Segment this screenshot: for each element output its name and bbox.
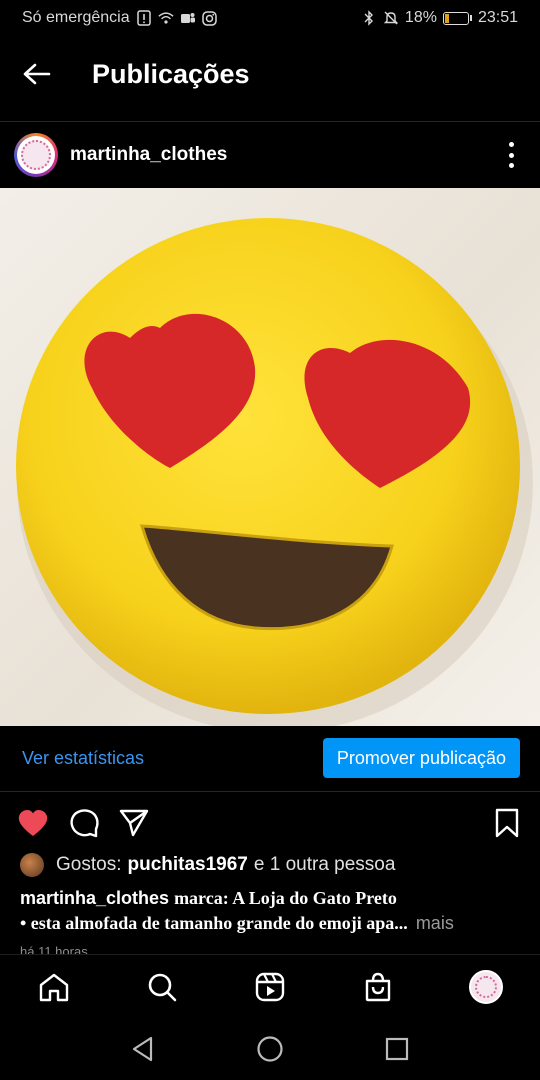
caption-username[interactable]: martinha_clothes <box>20 888 169 908</box>
teams-icon <box>180 10 196 26</box>
search-icon <box>148 973 177 1002</box>
nav-search[interactable] <box>140 965 184 1009</box>
likes-summary[interactable]: Gostos: puchitas1967 e 1 outra pessoa <box>20 852 395 878</box>
post-caption: martinha_clothes marca: A Loja do Gato P… <box>20 886 520 936</box>
avatar[interactable] <box>14 133 58 177</box>
post-header: martinha_clothes <box>0 126 540 184</box>
insights-row: Ver estatísticas Promover publicação <box>0 738 540 778</box>
likes-others[interactable]: e 1 outra pessoa <box>254 854 396 876</box>
square-recents-icon <box>385 1037 408 1061</box>
bottom-navigation <box>0 954 540 1019</box>
send-icon <box>119 809 149 837</box>
liker-avatar <box>20 853 44 877</box>
liker-username[interactable]: puchitas1967 <box>127 854 247 876</box>
circle-home-icon <box>257 1036 283 1062</box>
wifi-icon <box>158 10 174 26</box>
system-navigation <box>0 1018 540 1080</box>
app-bar: Publicações <box>0 40 540 108</box>
battery-percent: 18% <box>404 9 437 26</box>
likes-label: Gostos: <box>56 854 122 875</box>
reels-icon <box>255 972 285 1002</box>
sim-alert-icon <box>136 10 152 26</box>
nav-home[interactable] <box>32 965 76 1009</box>
nav-reels[interactable] <box>248 965 292 1009</box>
status-bar-left: Só emergência <box>22 9 218 27</box>
battery-icon <box>442 11 472 25</box>
bookmark-icon <box>495 808 519 838</box>
header-divider <box>0 121 540 122</box>
insights-divider <box>0 791 540 792</box>
nav-shop[interactable] <box>356 965 400 1009</box>
mute-icon <box>383 10 399 26</box>
status-bar-right: 18% 23:51 <box>361 9 518 27</box>
home-icon <box>39 973 69 1002</box>
comment-icon <box>70 809 99 838</box>
back-button[interactable] <box>18 56 54 92</box>
post-actions <box>0 802 540 842</box>
carrier-text: Só emergência <box>22 9 130 26</box>
more-vertical-icon <box>508 142 514 147</box>
clock: 23:51 <box>477 9 518 26</box>
caption-line-2: • esta almofada de tamanho grande do emo… <box>20 913 408 933</box>
arrow-left-icon <box>23 63 51 85</box>
caption-more-link[interactable]: mais <box>416 913 454 933</box>
view-insights-link[interactable]: Ver estatísticas <box>22 748 144 769</box>
caption-line-1: marca: A Loja do Gato Preto <box>174 888 397 908</box>
promote-button[interactable]: Promover publicação <box>322 738 520 778</box>
more-options-button[interactable] <box>504 142 518 168</box>
save-button[interactable] <box>490 806 524 840</box>
nav-profile[interactable] <box>464 965 508 1009</box>
share-button[interactable] <box>117 806 151 840</box>
instagram-notification-icon <box>202 10 218 26</box>
bluetooth-icon <box>361 10 377 26</box>
emoji-pillow-photo <box>16 218 533 726</box>
triangle-back-icon <box>133 1036 153 1062</box>
post-timestamp: há 11 horas <box>20 944 88 954</box>
page-title: Publicações <box>92 58 250 89</box>
heart-icon <box>18 810 48 836</box>
status-bar: Só emergência 18% 23:51 <box>0 0 540 36</box>
profile-avatar <box>469 970 503 1004</box>
post-username[interactable]: martinha_clothes <box>70 144 227 166</box>
comment-button[interactable] <box>67 806 101 840</box>
shop-icon <box>365 972 391 1002</box>
system-back-button[interactable] <box>123 1029 163 1069</box>
like-button[interactable] <box>16 806 50 840</box>
post-image[interactable] <box>0 188 540 726</box>
system-recents-button[interactable] <box>377 1029 417 1069</box>
system-home-button[interactable] <box>250 1029 290 1069</box>
